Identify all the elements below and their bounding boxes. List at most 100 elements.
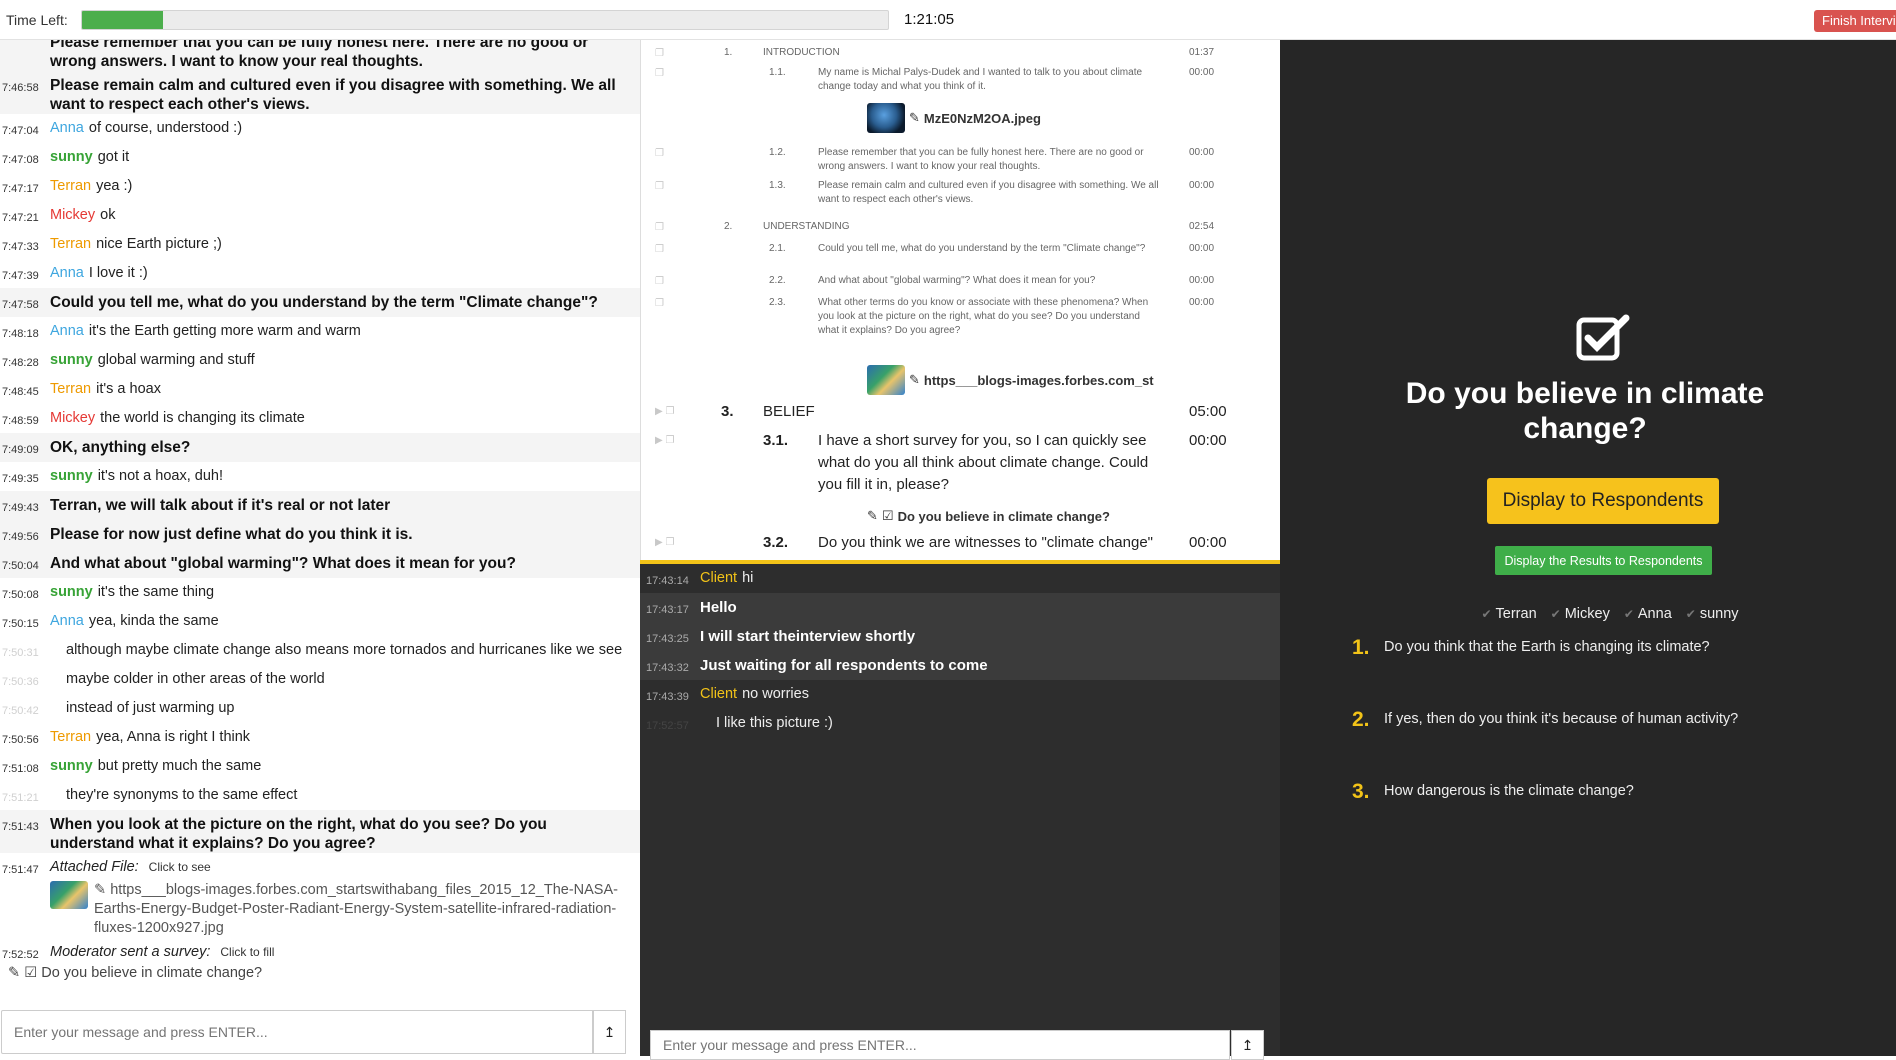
message-text: Terran, we will talk about if it's real …: [50, 497, 391, 514]
click-to-fill-link[interactable]: Click to fill: [220, 945, 274, 959]
message-body: sunny it's the same thing: [50, 583, 632, 602]
message-timestamp: 7:49:09: [2, 444, 39, 456]
chat-message: 7:46:58 Please remain calm and cultured e…: [0, 71, 640, 114]
copy-icon[interactable]: ❐: [655, 48, 664, 59]
message-body: Terran yea :): [50, 177, 632, 196]
guide-row-controls[interactable]: ❐: [655, 222, 664, 233]
guide-attachment[interactable]: ✎ https___blogs-images.forbes.com_st: [867, 365, 1154, 395]
message-body: Anna it's the Earth getting more warm and…: [50, 322, 632, 341]
message-author: sunny: [50, 149, 93, 165]
guide-row-controls[interactable]: ▶ ❐: [655, 435, 674, 446]
respondent-message-input[interactable]: [1, 1010, 593, 1054]
question-text: How dangerous is the climate change?: [1384, 783, 1634, 799]
guide-row-controls[interactable]: ❐: [655, 276, 664, 287]
message-timestamp: 7:51:43: [2, 821, 39, 833]
guide-row-controls[interactable]: ▶ ❐: [655, 406, 674, 417]
guide-row-controls[interactable]: ❐: [655, 181, 664, 192]
message-timestamp: 7:49:35: [2, 473, 39, 485]
play-icon[interactable]: ▶: [655, 406, 663, 417]
finish-interview-button[interactable]: Finish Interview: [1814, 10, 1896, 32]
message-text: I like this picture :): [716, 715, 833, 731]
paperclip-icon: ✎: [867, 508, 878, 523]
copy-icon[interactable]: ❐: [655, 244, 664, 255]
chat-message: 7:47:58 Could you tell me, what do you un…: [0, 288, 640, 317]
guide-item-duration: 00:00: [1189, 534, 1227, 551]
message-body: Hello: [700, 598, 737, 622]
check-icon: ✔: [1685, 607, 1696, 621]
guide-row-controls[interactable]: ❐: [655, 298, 664, 309]
message-body: Terran nice Earth picture ;): [50, 235, 632, 254]
copy-icon[interactable]: ❐: [655, 222, 664, 233]
message-timestamp: 7:50:08: [2, 589, 39, 601]
copy-icon[interactable]: ❐: [665, 537, 674, 548]
guide-item-duration: 00:00: [1189, 275, 1215, 286]
survey-attachment-title: Do you believe in climate change?: [897, 508, 1110, 524]
play-icon[interactable]: ▶: [655, 537, 663, 548]
message-timestamp: 7:50:31: [2, 647, 39, 659]
copy-icon[interactable]: ❐: [655, 298, 664, 309]
guide-row-controls[interactable]: ❐: [655, 68, 664, 79]
message-timestamp: 7:48:45: [2, 386, 39, 398]
chat-message: 7:47:39 Anna I love it :): [0, 259, 640, 288]
chat-message: 7:48:45 Terran it's a hoax: [0, 375, 640, 404]
copy-icon[interactable]: ❐: [665, 406, 674, 417]
play-icon[interactable]: ▶: [655, 435, 663, 446]
guide-item-number: 2.2.: [769, 275, 786, 286]
question-number: 3.: [1352, 780, 1370, 803]
message-text: I love it :): [88, 265, 148, 281]
time-progress-fill: [82, 11, 163, 29]
message-text: maybe colder in other areas of the world: [66, 671, 325, 687]
message-body: sunny but pretty much the same: [50, 757, 632, 776]
message-timestamp: 7:50:36: [2, 676, 39, 688]
survey-sent-label: Moderator sent a survey:: [50, 944, 211, 960]
message-author: Anna: [50, 323, 84, 339]
respondent-status-list: ✔ Terran ✔ Mickey ✔ Anna ✔ sunny: [1470, 606, 1750, 622]
copy-icon[interactable]: ❐: [665, 435, 674, 446]
copy-icon[interactable]: ❐: [655, 148, 664, 159]
message-timestamp: 7:51:08: [2, 763, 39, 775]
chat-message: 7:50:36 maybe colder in other areas of th…: [0, 665, 640, 694]
attached-file[interactable]: ✎ https___blogs-images.forbes.com_starts…: [50, 881, 632, 938]
copy-icon[interactable]: ❐: [655, 181, 664, 192]
guide-row-controls[interactable]: ▶ ❐: [655, 537, 674, 548]
message-text: yea, Anna is right I think: [96, 729, 251, 745]
click-to-see-link[interactable]: Click to see: [149, 860, 211, 874]
guide-row-controls[interactable]: ❐: [655, 148, 664, 159]
question-text: Do you think that the Earth is changing …: [1384, 639, 1710, 655]
message-timestamp: 17:43:14: [646, 575, 689, 587]
attached-filename: ✎ https___blogs-images.forbes.com_starts…: [94, 882, 618, 936]
display-results-button[interactable]: Display the Results to Respondents: [1495, 546, 1712, 575]
message-body: Mickey ok: [50, 206, 632, 225]
guide-row-controls[interactable]: ❐: [655, 48, 664, 59]
chat-message: 7:51:08 sunny but pretty much the same: [0, 752, 640, 781]
message-body: Terran yea, Anna is right I think: [50, 728, 632, 747]
chat-message: 7:50:56 Terran yea, Anna is right I think: [0, 723, 640, 752]
message-text: it's the same thing: [97, 584, 215, 600]
guide-survey-attachment[interactable]: ✎ ☑ Do you believe in climate change?: [867, 508, 1110, 524]
time-left-label: Time Left:: [6, 12, 68, 28]
message-body: maybe colder in other areas of the world: [50, 670, 632, 689]
guide-row-controls[interactable]: ❐: [655, 244, 664, 255]
message-timestamp: 7:50:15: [2, 618, 39, 630]
copy-icon[interactable]: ❐: [655, 68, 664, 79]
guide-item-text: And what about "global warming"? What do…: [818, 275, 1096, 286]
message-timestamp: 7:49:56: [2, 531, 39, 543]
backroom-message: 17:43:14 Client hi: [640, 564, 1280, 593]
survey-link[interactable]: ✎ ☑ Do you believe in climate change?: [8, 964, 632, 983]
message-text: And what about "global warming"? What do…: [50, 555, 516, 572]
message-author: Mickey: [50, 207, 96, 223]
guide-attachment[interactable]: ✎ MzE0NzM2OA.jpeg: [867, 103, 1041, 133]
message-body: Anna I love it :): [50, 264, 632, 283]
message-text: it's a hoax: [96, 381, 161, 397]
send-button[interactable]: ↥: [593, 1010, 626, 1054]
guide-item-duration: 05:00: [1189, 403, 1227, 420]
upload-arrow-icon: ↥: [1241, 1036, 1254, 1053]
chat-message: 7:48:59 Mickey the world is changing its c…: [0, 404, 640, 433]
guide-item-duration: 00:00: [1189, 432, 1227, 449]
copy-icon[interactable]: ❐: [655, 276, 664, 287]
display-to-respondents-button[interactable]: Display to Respondents: [1487, 478, 1719, 524]
survey-sent-message: 7:52:52 Moderator sent a survey: Click to…: [0, 938, 640, 983]
respondent-chat-input-area: ↥: [0, 1010, 640, 1056]
guide-item-duration: 00:00: [1189, 147, 1215, 158]
message-text: the world is changing its climate: [100, 410, 305, 426]
